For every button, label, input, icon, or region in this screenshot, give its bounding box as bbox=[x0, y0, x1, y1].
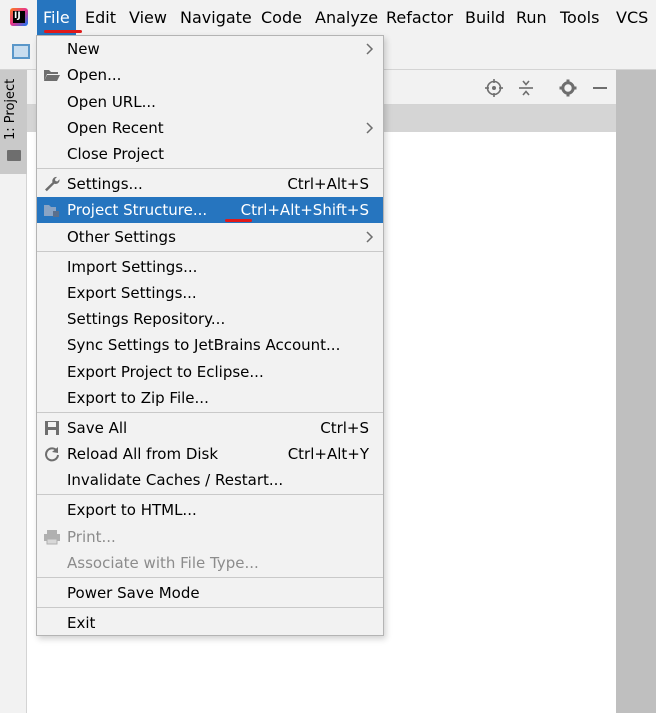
menu-item-settings-repository[interactable]: Settings Repository... bbox=[37, 306, 383, 332]
window-icon[interactable] bbox=[12, 44, 30, 59]
menu-item-export-zip[interactable]: Export to Zip File... bbox=[37, 385, 383, 411]
locate-icon[interactable] bbox=[484, 78, 504, 98]
intellij-logo-icon: IJ bbox=[10, 8, 28, 26]
menu-analyze[interactable]: Analyze bbox=[309, 0, 384, 35]
menu-separator bbox=[37, 494, 383, 495]
printer-icon bbox=[44, 530, 60, 545]
menu-item-settings[interactable]: Settings... Ctrl+Alt+S bbox=[37, 171, 383, 197]
annotation-underline-shortcut bbox=[225, 219, 252, 222]
project-tab-label: 1: Project bbox=[3, 78, 18, 140]
chevron-right-icon bbox=[366, 231, 374, 243]
chevron-right-icon bbox=[366, 122, 374, 134]
right-gutter bbox=[616, 70, 656, 713]
menu-item-invalidate-caches[interactable]: Invalidate Caches / Restart... bbox=[37, 467, 383, 493]
menu-separator bbox=[37, 577, 383, 578]
folder-icon bbox=[7, 150, 21, 161]
menu-item-project-structure[interactable]: Project Structure... Ctrl+Alt+Shift+S bbox=[37, 197, 383, 223]
menu-separator bbox=[37, 168, 383, 169]
menu-item-sync-settings[interactable]: Sync Settings to JetBrains Account... bbox=[37, 332, 383, 358]
menu-code[interactable]: Code bbox=[255, 0, 308, 35]
project-tool-tab[interactable]: 1: Project bbox=[0, 70, 27, 174]
menu-build[interactable]: Build bbox=[459, 0, 511, 35]
menu-item-power-save[interactable]: Power Save Mode bbox=[37, 580, 383, 606]
menu-item-open[interactable]: Open... bbox=[37, 62, 383, 88]
open-folder-icon bbox=[44, 70, 60, 81]
project-structure-icon bbox=[44, 205, 59, 217]
menu-tools[interactable]: Tools bbox=[554, 0, 605, 35]
menu-refactor[interactable]: Refactor bbox=[380, 0, 459, 35]
left-tool-strip: 1: Project bbox=[0, 70, 27, 713]
menu-item-open-recent[interactable]: Open Recent bbox=[37, 115, 383, 141]
file-menu-dropdown: New Open... Open URL... Open Recent Clos… bbox=[36, 35, 384, 636]
menu-item-export-html[interactable]: Export to HTML... bbox=[37, 497, 383, 523]
menu-item-export-eclipse[interactable]: Export Project to Eclipse... bbox=[37, 359, 383, 385]
menu-item-save-all[interactable]: Save All Ctrl+S bbox=[37, 415, 383, 441]
menu-separator bbox=[37, 412, 383, 413]
collapse-all-icon[interactable] bbox=[516, 78, 536, 98]
chevron-right-icon bbox=[366, 43, 374, 55]
save-icon bbox=[45, 421, 59, 435]
wrench-icon bbox=[45, 176, 60, 192]
menu-item-reload-disk[interactable]: Reload All from Disk Ctrl+Alt+Y bbox=[37, 441, 383, 467]
gear-icon[interactable] bbox=[558, 78, 578, 98]
menu-vcs[interactable]: VCS bbox=[610, 0, 654, 35]
menu-item-new[interactable]: New bbox=[37, 36, 383, 62]
menu-run[interactable]: Run bbox=[510, 0, 553, 35]
annotation-underline-file bbox=[44, 30, 82, 33]
menu-item-other-settings[interactable]: Other Settings bbox=[37, 224, 383, 250]
minimize-icon[interactable] bbox=[590, 78, 610, 98]
menu-view[interactable]: View bbox=[123, 0, 173, 35]
menu-item-import-settings[interactable]: Import Settings... bbox=[37, 254, 383, 280]
menu-item-print[interactable]: Print... bbox=[37, 524, 383, 550]
reload-icon bbox=[45, 447, 59, 462]
menu-separator bbox=[37, 251, 383, 252]
menu-item-associate-file-type[interactable]: Associate with File Type... bbox=[37, 550, 383, 576]
main-menu-bar: IJ File Edit View Navigate Code Analyze … bbox=[0, 0, 656, 35]
menu-separator bbox=[37, 607, 383, 608]
menu-item-exit[interactable]: Exit bbox=[37, 610, 383, 636]
menu-item-close-project[interactable]: Close Project bbox=[37, 141, 383, 167]
menu-item-export-settings[interactable]: Export Settings... bbox=[37, 280, 383, 306]
menu-navigate[interactable]: Navigate bbox=[174, 0, 258, 35]
menu-edit[interactable]: Edit bbox=[79, 0, 122, 35]
menu-item-open-url[interactable]: Open URL... bbox=[37, 89, 383, 115]
